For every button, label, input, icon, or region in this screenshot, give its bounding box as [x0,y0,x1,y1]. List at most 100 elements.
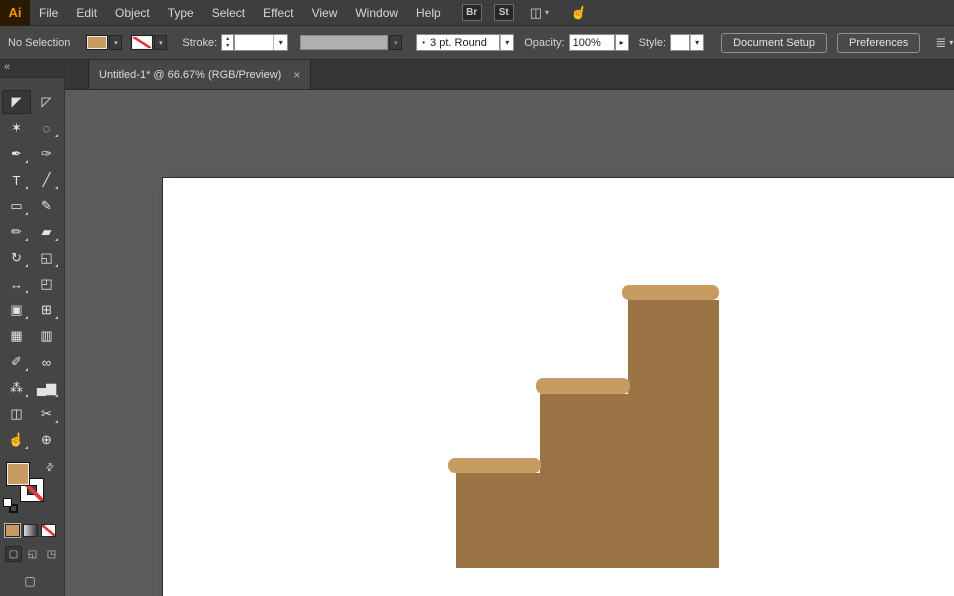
artboard-tool[interactable]: ◫ [2,402,31,426]
document-tab[interactable]: Untitled-1* @ 66.67% (RGB/Preview) × [88,60,311,89]
paintbrush-tool[interactable]: ✎ [32,194,61,218]
width-profile-dropdown-button: ▾ [389,35,402,50]
brush-definition-dropdown-button[interactable]: ▾ [500,34,514,51]
mesh-tool-icon: ▦ [10,328,22,344]
canvas[interactable] [65,90,954,596]
menu-help[interactable]: Help [407,0,450,26]
stair-tread-2[interactable] [536,378,630,394]
opacity-input[interactable] [569,34,615,51]
blend-tool[interactable]: ∞ [32,350,61,374]
default-fill-stroke-icon[interactable] [3,498,18,513]
close-tab-icon[interactable]: × [293,68,300,82]
zoom-tool[interactable]: ⊕ [32,428,61,452]
selection-tool[interactable]: ◤ [2,90,31,114]
bridge-badge-icon[interactable]: Br [462,4,482,21]
stair-tread-3[interactable] [622,285,719,300]
stroke-color-swatch[interactable] [131,35,153,50]
free-transform-tool[interactable]: ◰ [32,272,61,296]
scale-tool[interactable]: ◱ [32,246,61,270]
stock-badge-icon[interactable]: St [494,4,514,21]
fill-color-swatch[interactable] [86,35,108,50]
menu-window[interactable]: Window [346,0,407,26]
draw-normal-button[interactable]: ▢ [5,546,22,562]
magic-wand-tool-icon: ✶ [11,120,22,136]
shaper-tool[interactable]: ✏ [2,220,31,244]
stair-riser-3[interactable] [628,300,719,568]
hand-tool[interactable]: ☝ [2,428,31,452]
direct-selection-tool[interactable]: ◸ [32,90,61,114]
menu-effect[interactable]: Effect [254,0,302,26]
gradient-tool[interactable]: ▥ [32,324,61,348]
style-swatch[interactable] [670,34,690,51]
eraser-tool[interactable]: ▰ [32,220,61,244]
brush-definition-select[interactable]: • 3 pt. Round [416,34,500,51]
free-transform-tool-icon: ◰ [40,276,52,292]
eyedropper-tool-icon: ✐ [11,354,22,370]
panel-menu-icon: ≣ [935,35,946,51]
lasso-tool[interactable]: ◌ [32,116,61,140]
eyedropper-tool[interactable]: ✐ [2,350,31,374]
chevron-down-icon: ▾ [949,38,953,47]
line-segment-tool[interactable]: ╱ [32,168,61,192]
fill-proxy-swatch[interactable] [6,462,30,486]
stroke-color-dropdown-button[interactable]: ▾ [154,35,167,50]
perspective-grid-tool[interactable]: ⊞ [32,298,61,322]
control-panel-menu-button[interactable]: ≣ ▾ [935,35,953,51]
menu-file[interactable]: File [30,0,67,26]
menu-view[interactable]: View [303,0,347,26]
swap-fill-stroke-icon[interactable]: ⇄ [43,461,57,475]
stair-tread-1[interactable] [448,458,541,473]
hand-tool-icon: ☝ [8,432,24,448]
drawing-modes-row: ▢ ◱ ◳ [0,546,64,562]
menu-select[interactable]: Select [203,0,254,26]
column-graph-tool[interactable]: ▄▆ [32,376,61,400]
stroke-weight-value [235,35,273,50]
none-button[interactable] [41,524,56,537]
artboard[interactable] [163,178,954,596]
selection-status-label: No Selection [8,37,70,49]
stroke-weight-select[interactable]: ▾ [234,34,288,51]
pen-tool[interactable]: ✒ [2,142,31,166]
draw-behind-button[interactable]: ◱ [24,546,41,562]
illustrator-window: Ai FileEditObjectTypeSelectEffectViewWin… [0,0,954,596]
collapse-panel-icon[interactable]: « [4,61,10,73]
draw-inside-button[interactable]: ◳ [43,546,60,562]
opacity-dropdown-button[interactable]: ▸ [615,34,629,51]
gradient-button[interactable] [23,524,38,537]
curvature-tool[interactable]: ✑ [32,142,61,166]
slice-tool-icon: ✂ [41,406,52,422]
shaper-tool-icon: ✏ [11,224,22,240]
magic-wand-tool[interactable]: ✶ [2,116,31,140]
tools-panel-header: « [0,60,64,78]
stroke-label: Stroke: [182,37,217,49]
style-dropdown-button[interactable]: ▾ [690,34,704,51]
screen-mode-button[interactable]: ▢ [20,572,40,589]
preferences-button[interactable]: Preferences [837,33,920,53]
fill-stroke-widget: ⇄ [0,460,60,518]
pen-tool-icon: ✒ [11,146,22,162]
width-tool[interactable]: ↔ [2,272,31,296]
width-profile-select [300,35,388,50]
menu-edit[interactable]: Edit [67,0,106,26]
fill-color-dropdown-button[interactable]: ▾ [109,35,122,50]
rectangle-tool[interactable]: ▭ [2,194,31,218]
color-type-row [0,524,64,537]
type-tool[interactable]: T [2,168,31,192]
mesh-tool[interactable]: ▦ [2,324,31,348]
rotate-tool[interactable]: ↻ [2,246,31,270]
symbol-sprayer-tool-icon: ⁂ [10,380,23,396]
document-tab-title: Untitled-1* @ 66.67% (RGB/Preview) [99,69,281,81]
stroke-weight-stepper[interactable]: ▴ ▾ [221,34,234,51]
chevron-down-icon: ▾ [545,8,549,17]
document-setup-button[interactable]: Document Setup [721,33,827,53]
opacity-label: Opacity: [524,37,564,49]
slice-tool[interactable]: ✂ [32,402,61,426]
stepper-up-icon: ▴ [226,36,229,43]
menu-object[interactable]: Object [106,0,159,26]
symbol-sprayer-tool[interactable]: ⁂ [2,376,31,400]
touch-workspace-icon[interactable]: ☝ [570,3,589,22]
color-button[interactable] [5,524,20,537]
shape-builder-tool[interactable]: ▣ [2,298,31,322]
menu-type[interactable]: Type [159,0,203,26]
arrange-documents-button[interactable]: ◫ ▾ [530,5,549,21]
